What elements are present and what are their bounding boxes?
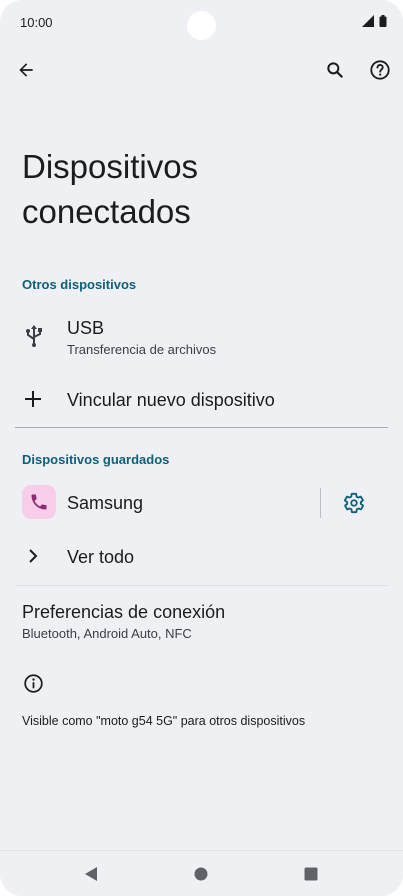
usb-icon xyxy=(26,325,42,347)
vertical-separator xyxy=(320,488,321,518)
visibility-text: Visible como "moto g54 5G" para otros di… xyxy=(22,714,306,728)
status-bar: 10:00 xyxy=(0,0,403,46)
camera-cutout xyxy=(187,11,216,40)
status-icons xyxy=(362,15,387,27)
square-recents-icon xyxy=(304,867,318,881)
phone-icon xyxy=(31,494,47,510)
see-all-item[interactable]: Ver todo xyxy=(0,537,403,577)
device-name: Samsung xyxy=(67,493,144,513)
see-all-label: Ver todo xyxy=(67,547,135,567)
gear-icon xyxy=(344,492,364,514)
screen: 10:00 Dispositivos conectados Otros disp… xyxy=(0,0,403,896)
search-icon xyxy=(327,62,343,78)
usb-title: USB xyxy=(67,318,105,338)
navigation-bar xyxy=(0,850,403,896)
circle-home-icon xyxy=(194,867,208,881)
arrow-left-icon xyxy=(19,63,33,77)
usb-subtitle: Transferencia de archivos xyxy=(67,342,217,357)
page-title: Dispositivos conectados xyxy=(22,148,199,230)
triangle-back-icon xyxy=(85,867,97,881)
usb-item[interactable]: USB Transferencia de archivos xyxy=(0,308,403,366)
nav-home-button[interactable] xyxy=(183,856,219,892)
device-phone-avatar xyxy=(22,485,56,519)
help-button[interactable] xyxy=(362,52,398,88)
pair-new-device-item[interactable]: Vincular nuevo dispositivo xyxy=(0,380,403,420)
connection-preferences-item[interactable]: Preferencias de conexión Bluetooth, Andr… xyxy=(0,592,403,646)
help-icon xyxy=(370,60,390,80)
nav-back-button[interactable] xyxy=(73,856,109,892)
nav-recents-button[interactable] xyxy=(293,856,329,892)
preferences-subtitle: Bluetooth, Android Auto, NFC xyxy=(22,626,192,641)
section-divider xyxy=(15,427,388,428)
divider-light xyxy=(15,585,388,586)
pair-new-device-label: Vincular nuevo dispositivo xyxy=(67,390,275,410)
status-time: 10:00 xyxy=(20,15,53,30)
preferences-title: Preferencias de conexión xyxy=(22,602,226,622)
search-button[interactable] xyxy=(317,52,353,88)
info-icon xyxy=(24,674,43,693)
back-button[interactable] xyxy=(8,52,44,88)
signal-icon xyxy=(362,15,374,27)
section-header-other-devices: Otros dispositivos xyxy=(22,277,137,292)
battery-icon xyxy=(379,15,387,27)
chevron-right-icon xyxy=(29,549,38,563)
app-bar xyxy=(0,48,403,92)
section-header-saved-devices: Dispositivos guardados xyxy=(22,452,170,467)
device-settings-button[interactable] xyxy=(336,485,372,521)
plus-icon xyxy=(25,391,41,407)
